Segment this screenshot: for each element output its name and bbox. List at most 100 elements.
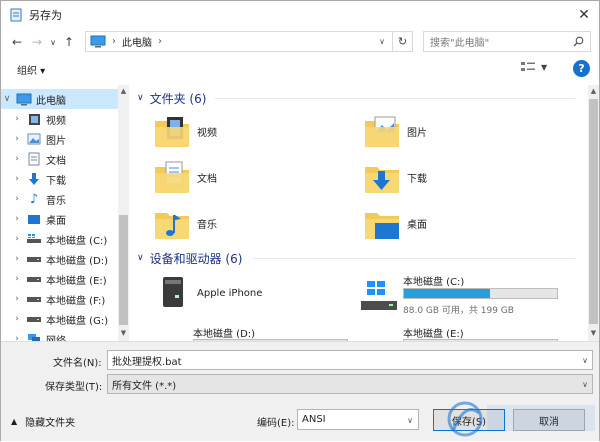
group-title: 文件夹 (6) [149,91,207,106]
video-folder-icon [26,112,42,126]
cancel-label: 取消 [539,416,559,428]
change-view-button[interactable]: ▼ [521,61,547,73]
view-options-icon [521,62,535,71]
chevron-down-icon: ∨ [379,37,385,46]
documents-folder-icon [26,152,42,166]
folder-tile-documents[interactable]: 文档 [153,157,217,197]
phone-device-icon [163,277,183,307]
sidebar-item-drive-f[interactable]: › 本地磁盘 (F:) [1,289,118,309]
device-tile-drive-d[interactable]: 本地磁盘 (D:) [193,321,373,341]
chevron-down-icon: ∨ [582,380,588,389]
search-icon [573,36,584,47]
up-button[interactable]: ↑ [59,31,79,53]
device-tile-iphone[interactable]: Apple iPhone [153,273,262,313]
search-input[interactable]: 搜索"此电脑" [423,31,591,52]
address-dropdown-button[interactable]: ∨ [374,32,390,51]
chevron-down-icon: ∨ [137,253,144,263]
chevron-down-icon[interactable]: ∨ [582,356,588,365]
chevron-right-icon[interactable]: › [11,274,23,284]
chevron-down-icon: ▼ [541,62,548,72]
music-folder-icon [155,213,189,239]
chevron-right-icon[interactable]: › [11,334,23,341]
music-note-icon: ♪ [29,191,39,207]
drive-icon [26,272,42,286]
sidebar-item-drive-g[interactable]: › 本地磁盘 (G:) [1,309,118,329]
sidebar-item-label: 本地磁盘 (C:) [46,235,108,247]
filename-field[interactable]: 批处理提权.bat ∨ [107,350,593,370]
chevron-down-icon[interactable]: ∨ [1,94,13,104]
address-bar[interactable]: › 此电脑 › ∨ ↻ [85,31,413,52]
sidebar-item-downloads[interactable]: › 下载 [1,169,118,189]
scroll-up-icon[interactable]: ▲ [118,87,129,99]
scrollbar-thumb[interactable] [119,215,128,325]
tile-label: 下载 [407,173,427,185]
folder-tile-music[interactable]: 音乐 [153,203,217,243]
scroll-up-icon[interactable]: ▲ [588,87,599,99]
group-divider [215,98,575,99]
sidebar-item-documents[interactable]: › 文档 [1,149,118,169]
computer-icon [90,35,106,48]
chevron-right-icon[interactable]: › [11,314,23,324]
download-arrow-icon [26,172,42,186]
sidebar-scrollbar[interactable]: ▲ ▼ [118,85,129,341]
forward-button[interactable]: → [27,31,47,53]
chevron-right-icon[interactable]: › [11,294,23,304]
chevron-right-icon[interactable]: › [11,214,23,224]
chevron-right-icon[interactable]: › [11,254,23,264]
sidebar-item-drive-c[interactable]: › 本地磁盘 (C:) [1,229,118,249]
cancel-button[interactable]: 取消 [513,409,585,431]
chevron-down-icon: ∨ [407,416,413,425]
chevron-right-icon[interactable]: › [11,234,23,244]
folder-tile-pictures[interactable]: 图片 [363,111,427,151]
sidebar-item-this-pc[interactable]: ∨ 此电脑 [1,89,118,109]
sidebar-item-label: 视频 [46,115,66,127]
help-button[interactable]: ? [573,60,590,77]
encoding-select[interactable]: ANSI ∨ [297,409,419,430]
sidebar-item-label: 音乐 [46,195,66,207]
computer-icon [16,92,32,106]
sidebar-item-videos[interactable]: › 视频 [1,109,118,129]
folder-tile-downloads[interactable]: 下载 [363,157,427,197]
filetype-label: 保存类型(T): [45,382,103,393]
refresh-icon: ↻ [397,35,408,48]
back-button[interactable]: ← [7,31,27,53]
sidebar-item-network[interactable]: › 网络 [1,329,118,341]
devices-group-header[interactable]: ∨ 设备和驱动器 (6) [137,249,242,267]
chevron-right-icon[interactable]: › [11,154,23,164]
folder-tile-videos[interactable]: 视频 [153,111,217,151]
hide-folders-toggle[interactable]: ▲ 隐藏文件夹 [11,414,75,429]
device-tile-drive-e[interactable]: 本地磁盘 (E:) [403,321,583,341]
organize-menu-button[interactable]: 组织 ▾ [17,62,45,77]
scroll-down-icon[interactable]: ▼ [118,329,129,341]
sidebar-item-drive-d[interactable]: › 本地磁盘 (D:) [1,249,118,269]
chevron-right-icon[interactable]: › [11,194,23,204]
save-button[interactable]: 保存(S) [433,409,505,431]
filetype-select[interactable]: 所有文件 (*.*) ∨ [107,374,593,394]
folders-group-header[interactable]: ∨ 文件夹 (6) [137,89,206,107]
sidebar-item-music[interactable]: › ♪ 音乐 [1,189,118,209]
group-divider [253,258,575,259]
file-list-scrollbar[interactable]: ▲ ▼ [588,85,599,341]
drive-icon [26,312,42,326]
chevron-right-icon[interactable]: › [11,134,23,144]
organize-label: 组织 ▾ [17,65,46,77]
sidebar-item-desktop[interactable]: › 桌面 [1,209,118,229]
sidebar-item-drive-e[interactable]: › 本地磁盘 (E:) [1,269,118,289]
device-tile-drive-c[interactable]: 本地磁盘 (C:) 88.0 GB 可用，共 199 GB [359,271,569,319]
refresh-button[interactable]: ↻ [392,32,412,51]
close-button[interactable]: ✕ [569,1,599,29]
documents-folder-icon [155,161,189,193]
chevron-right-icon[interactable]: › [11,114,23,124]
breadcrumb-this-pc[interactable]: 此电脑 [122,34,152,49]
folder-tile-desktop[interactable]: 桌面 [363,203,427,243]
scroll-down-icon[interactable]: ▼ [588,329,599,341]
tile-label: 本地磁盘 (D:) [193,329,256,340]
filename-label: 文件名(N): [53,358,102,369]
scrollbar-thumb[interactable] [589,99,598,324]
chevron-right-icon[interactable]: › [11,174,23,184]
tile-label: Apple iPhone [197,287,263,299]
sidebar-item-pictures[interactable]: › 图片 [1,129,118,149]
recent-locations-button[interactable]: ∨ [47,31,59,53]
windows-drive-icon [26,232,42,246]
navigation-pane: ∨ 此电脑 › 视频 › 图片 › 文档 › 下载 › ♪ 音乐 › 桌面 › … [1,85,129,341]
